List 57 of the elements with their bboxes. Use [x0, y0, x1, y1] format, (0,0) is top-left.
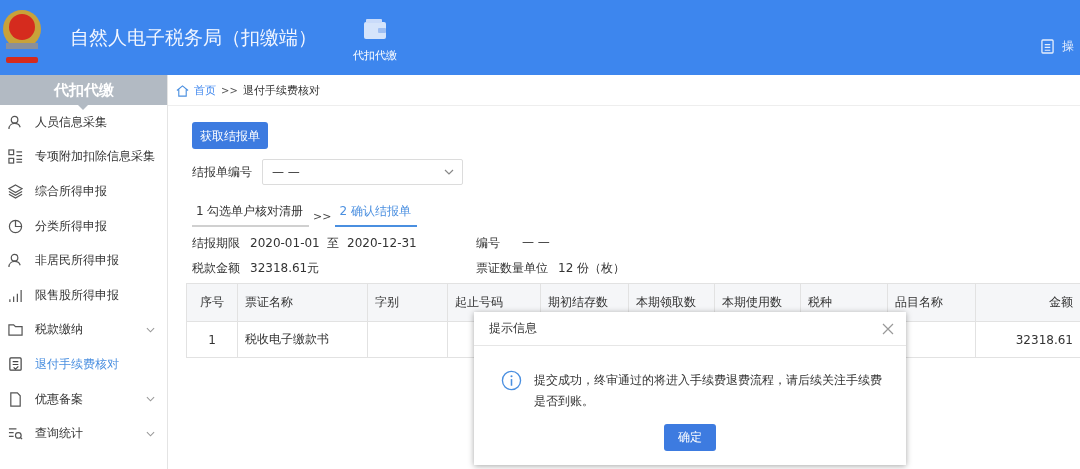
- sidebar-item[interactable]: 退付手续费核对: [0, 347, 167, 382]
- table-cell: 1: [186, 322, 237, 357]
- document-icon: [8, 356, 23, 372]
- sidebar-item[interactable]: 非居民所得申报: [0, 243, 167, 278]
- bar-chart-icon: [8, 287, 23, 303]
- column-header: 序号: [186, 284, 237, 321]
- chevron-down-icon: [444, 169, 454, 175]
- document-icon: [1041, 39, 1054, 54]
- dialog-message: 提交成功，终审通过的将进入手续费退费流程，请后续关注手续费是否到账。: [534, 372, 883, 410]
- sidebar-item[interactable]: 综合所得申报: [0, 174, 167, 209]
- column-header: 字别: [367, 284, 447, 321]
- column-header: 金额: [975, 284, 1080, 321]
- sidebar-item[interactable]: 查询统计: [0, 416, 167, 451]
- pointer-notch: [78, 105, 88, 110]
- step-separator: >>: [313, 210, 332, 225]
- list-icon: [8, 149, 23, 165]
- wallet-icon: [363, 18, 387, 40]
- voucher-count-label: 票证数量单位: [476, 260, 548, 277]
- person-icon: [8, 253, 23, 269]
- home-icon: [176, 83, 189, 97]
- voucher-count-value: 12 份（枚）: [558, 260, 626, 277]
- step-tab[interactable]: 2 确认结报单: [335, 203, 418, 227]
- sidebar-item[interactable]: 专项附加扣除信息采集: [0, 139, 167, 175]
- sidebar-item[interactable]: 优惠备案: [0, 381, 167, 417]
- layers-icon: [8, 184, 23, 199]
- breadcrumb-link[interactable]: 首页: [194, 82, 216, 98]
- close-icon[interactable]: [882, 322, 894, 335]
- top-nav-item[interactable]: 代扣代缴: [353, 18, 397, 63]
- sidebar-item[interactable]: 税款缴纳: [0, 312, 167, 348]
- page-icon: [8, 391, 23, 407]
- report-number-select[interactable]: — —: [262, 159, 463, 185]
- table-cell: 32318.61: [975, 322, 1080, 357]
- number-label: 编号: [476, 235, 500, 252]
- breadcrumb-current: 退付手续费核对: [242, 82, 320, 98]
- step-tab[interactable]: 1 勾选单户核对清册: [192, 203, 309, 227]
- breadcrumb-separator: >>: [221, 84, 238, 96]
- tax-amount-value: 32318.61元: [250, 260, 320, 277]
- fetch-report-button[interactable]: 获取结报单: [192, 122, 268, 149]
- table-cell: 税收电子缴款书: [237, 322, 367, 357]
- period-value: 2020-01-01 至 2020-12-31: [250, 235, 417, 252]
- app-title: 自然人电子税务局（扣缴端）: [70, 24, 317, 50]
- number-value: — —: [522, 235, 550, 251]
- sidebar-heading: 代扣代缴: [0, 75, 167, 105]
- pie-chart-icon: [8, 218, 23, 234]
- folder-icon: [8, 322, 23, 338]
- dialog-title: 提示信息: [489, 320, 537, 337]
- field-label: 结报单编号: [192, 163, 252, 181]
- sidebar-item[interactable]: 分类所得申报: [0, 208, 167, 244]
- sidebar-item[interactable]: 限售股所得申报: [0, 277, 167, 313]
- info-icon: [501, 370, 522, 391]
- period-label: 结报期限: [192, 235, 240, 252]
- confirm-button[interactable]: 确定: [664, 424, 716, 451]
- tax-amount-label: 税款金额: [192, 260, 240, 277]
- person-icon: [8, 114, 23, 130]
- sidebar-item[interactable]: 人员信息采集: [0, 105, 167, 140]
- column-header: 票证名称: [237, 284, 367, 321]
- search-list-icon: [8, 426, 23, 442]
